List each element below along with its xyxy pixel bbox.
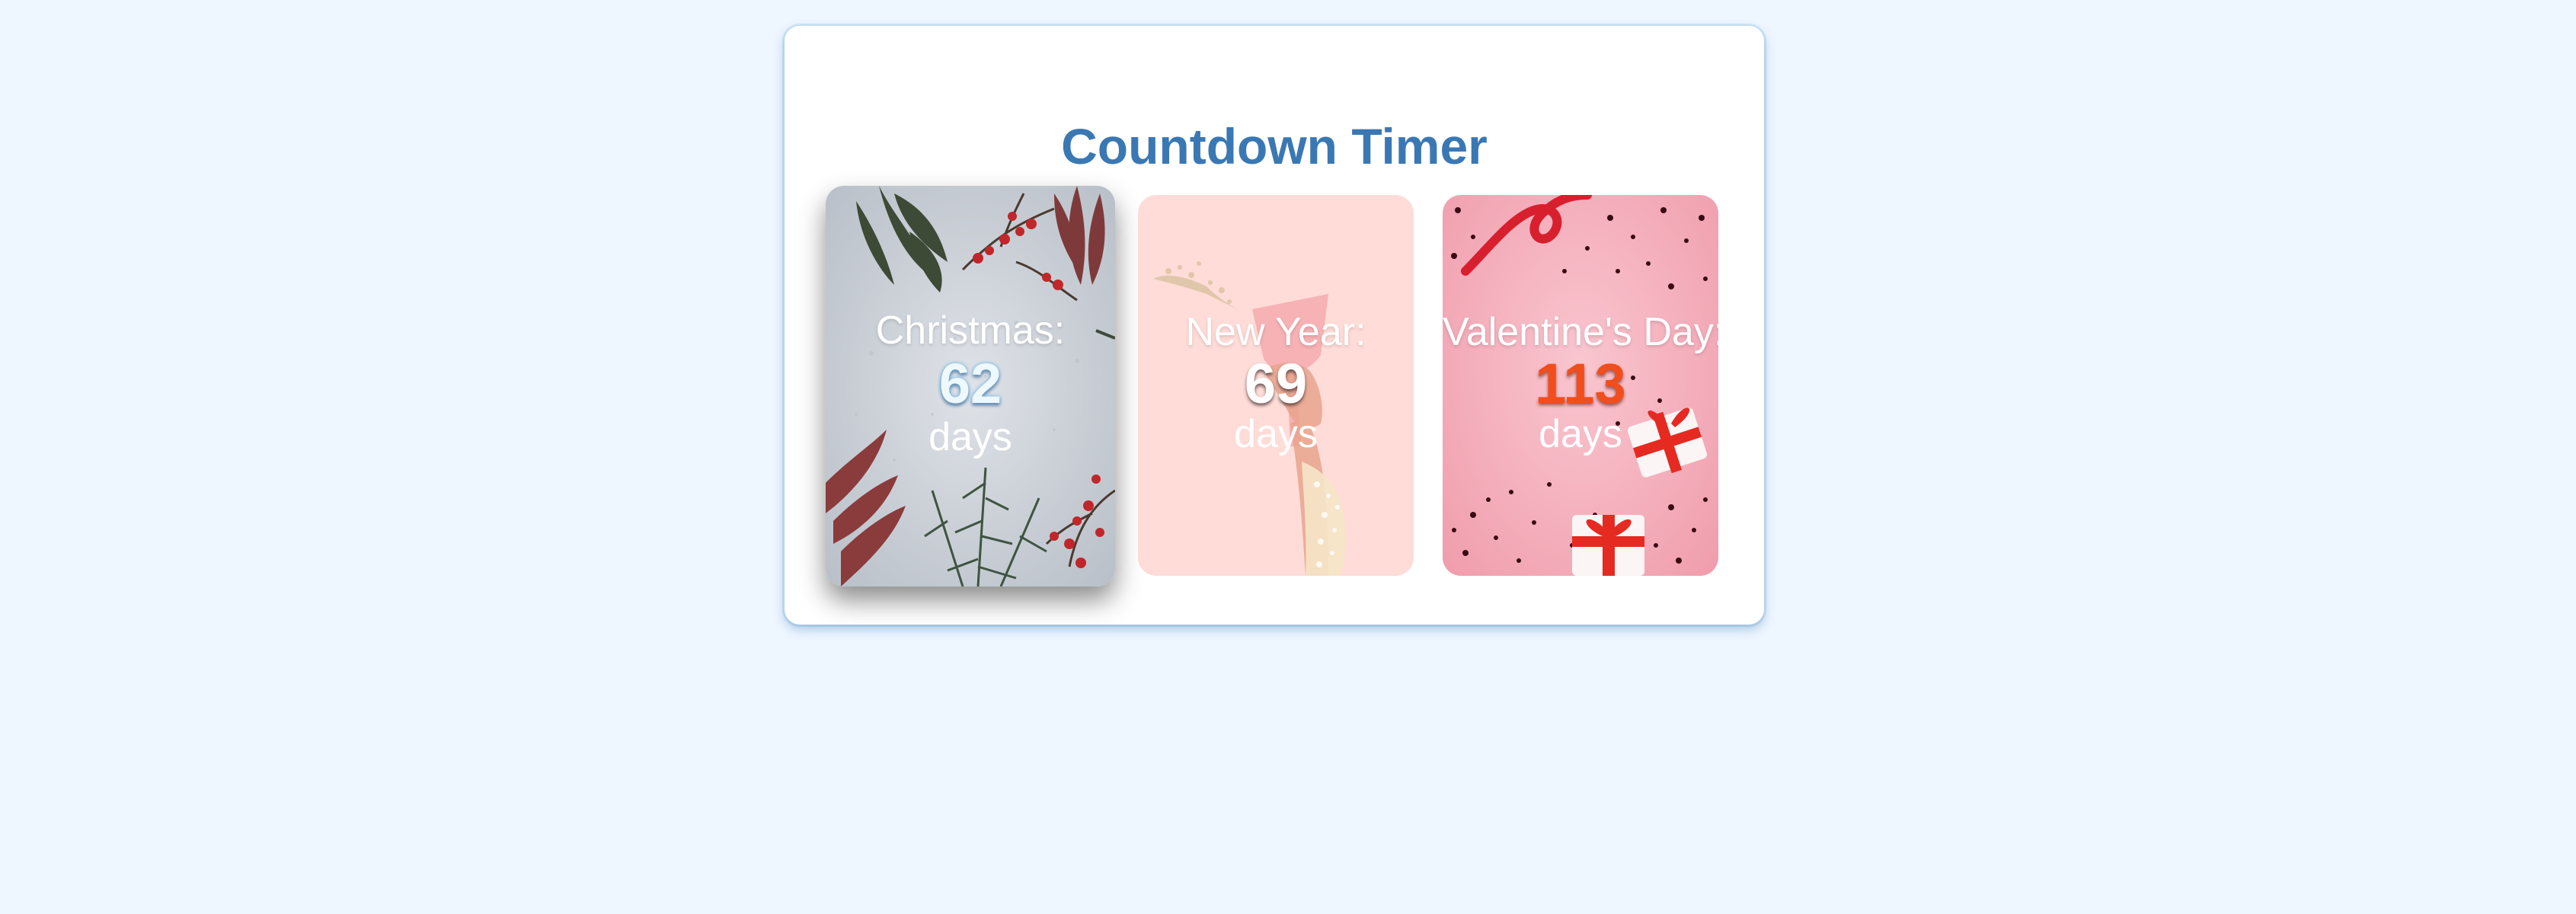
event-label: Christmas:	[875, 308, 1066, 353]
days-unit-label: days	[1234, 412, 1318, 456]
countdown-card-valentines-day[interactable]: Valentine's Day: 113 days	[1443, 195, 1718, 576]
days-count: 69	[1244, 352, 1308, 415]
days-unit-label: days	[928, 415, 1012, 459]
page-title: Countdown Timer	[1061, 118, 1488, 174]
countdown-card-christmas[interactable]: Christmas: 62 days	[826, 186, 1115, 586]
event-label: Valentine's Day:	[1443, 310, 1718, 354]
countdown-panel: Countdown Timer Christmas: 62 days New Y…	[785, 26, 1764, 625]
days-unit-label: days	[1539, 412, 1622, 456]
countdown-card-new-year[interactable]: New Year: 69 days	[1138, 195, 1414, 576]
days-count: 113	[1535, 352, 1626, 415]
event-label: New Year:	[1185, 310, 1366, 354]
days-count: 62	[938, 352, 1002, 415]
